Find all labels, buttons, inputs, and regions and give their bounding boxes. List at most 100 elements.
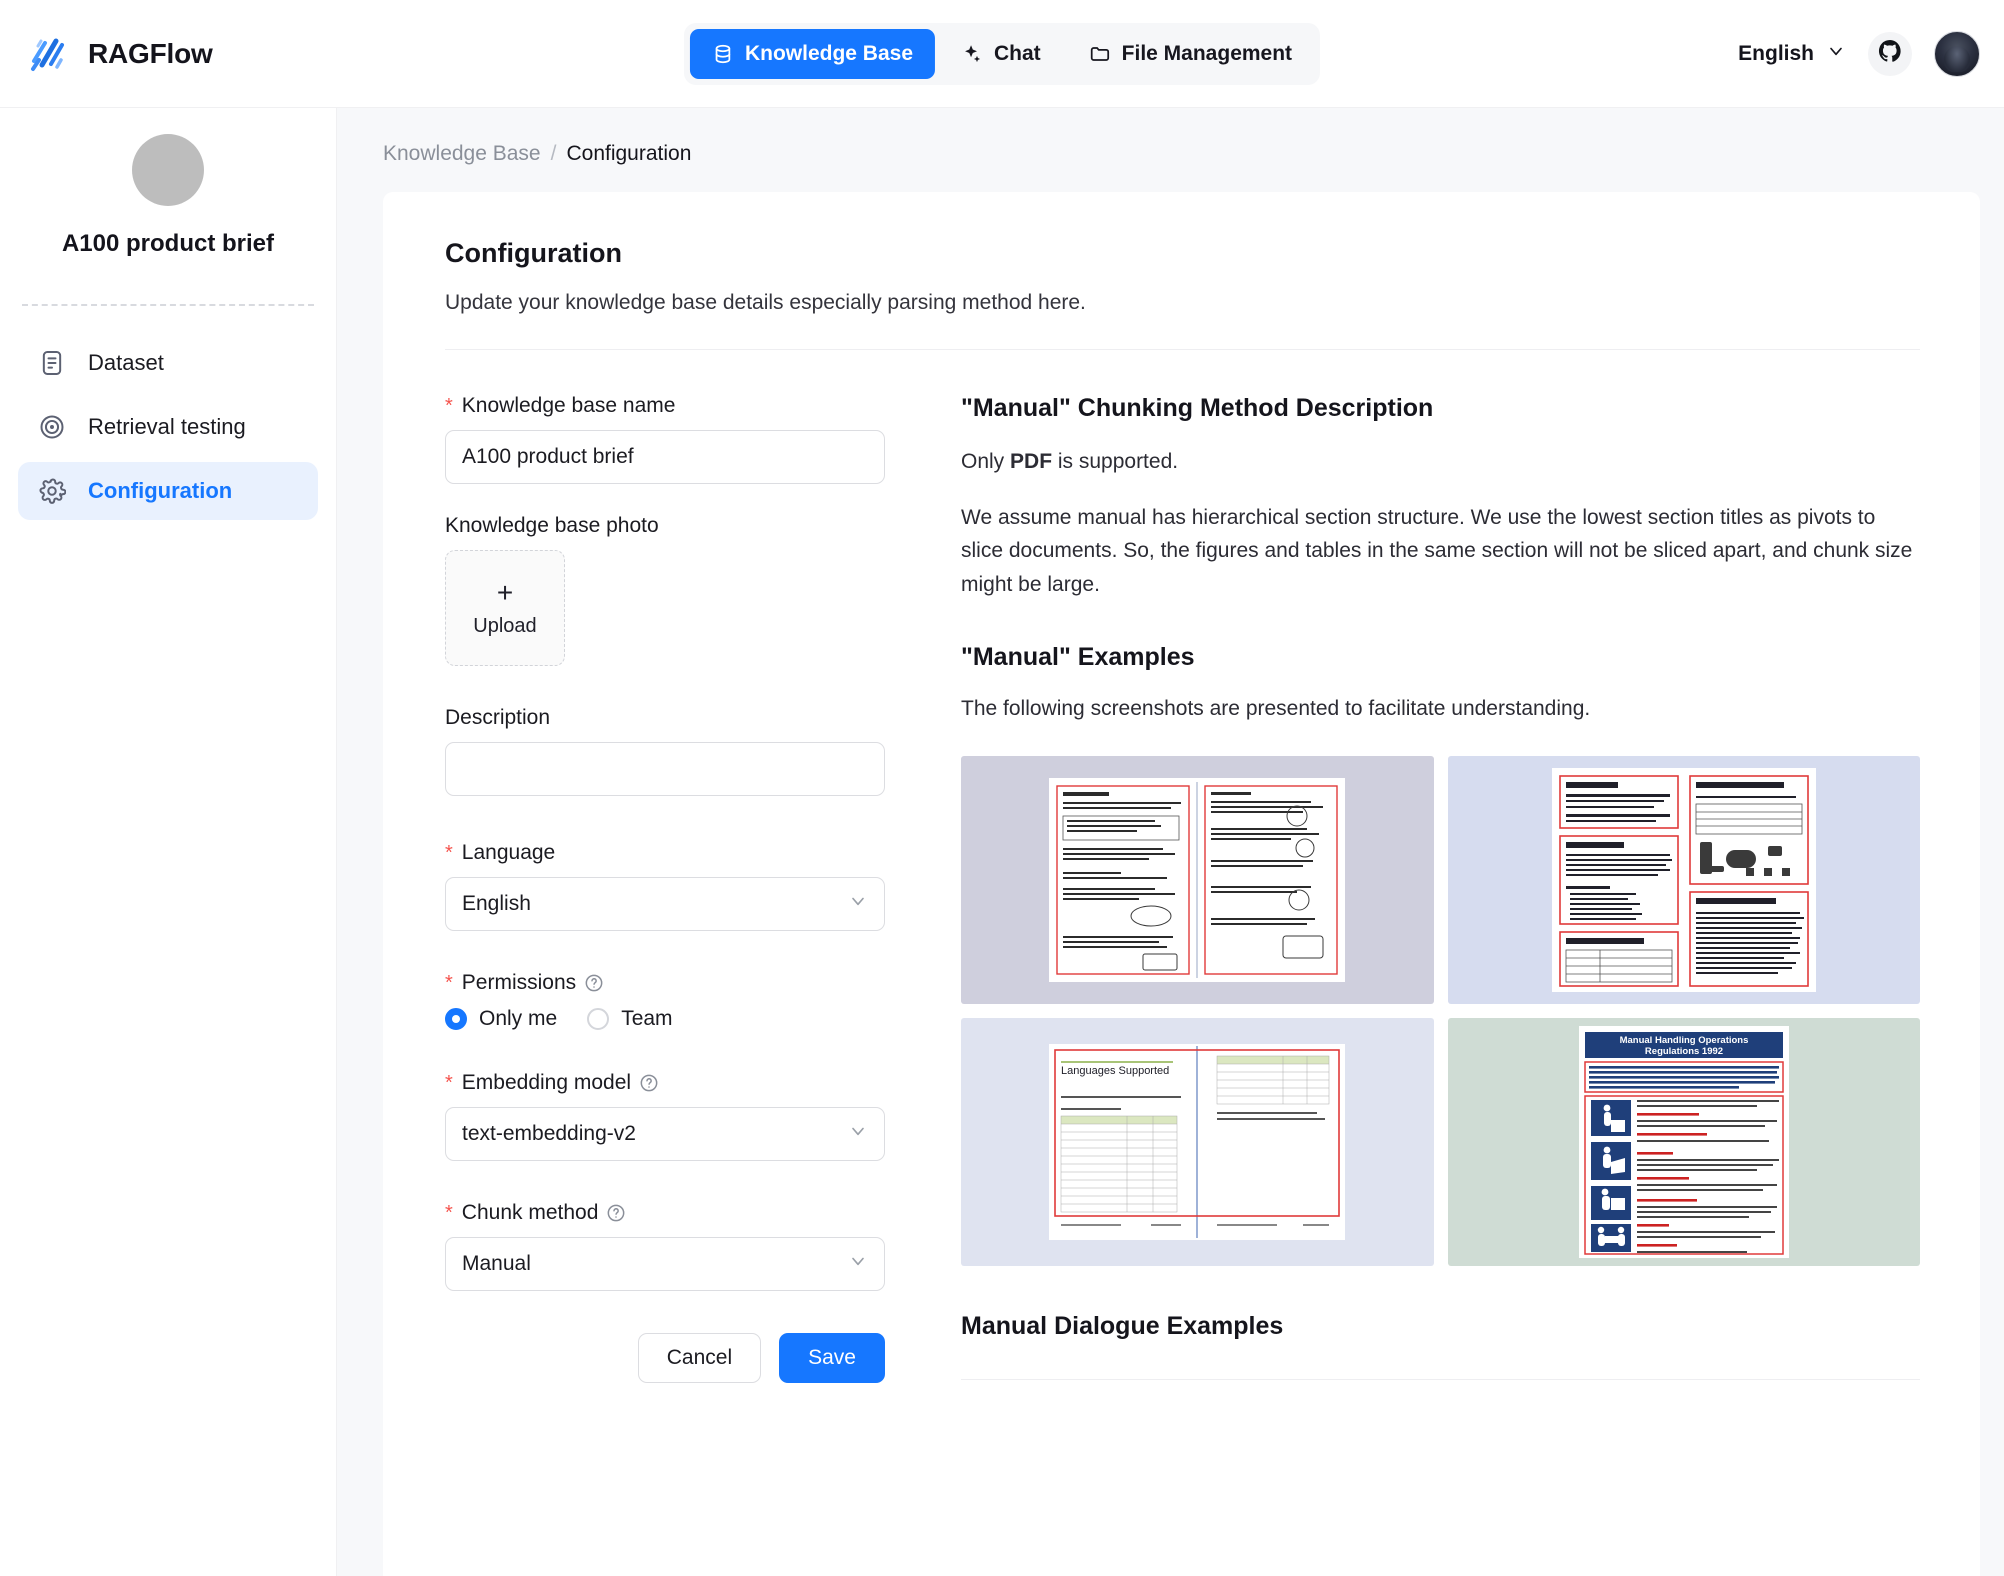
thumbnail-instruction-manual-sections[interactable] — [1448, 756, 1921, 1004]
embedding-model-select[interactable]: text-embedding-v2 — [445, 1107, 885, 1161]
svg-text:Languages Supported: Languages Supported — [1061, 1065, 1169, 1077]
sidebar-item-retrieval-testing-label: Retrieval testing — [88, 414, 246, 440]
configuration-card-inner: Configuration Update your knowledge base… — [383, 238, 1980, 1383]
language-selector-label: English — [1738, 42, 1814, 66]
page-subtitle: Update your knowledge base details espec… — [445, 291, 1920, 315]
doc-bottom-divider — [961, 1379, 1920, 1380]
nav-chat[interactable]: Chat — [939, 29, 1063, 79]
help-circle-icon[interactable] — [584, 973, 604, 993]
field-chunk-method-label: * Chunk method — [445, 1201, 885, 1225]
permissions-option-team-label: Team — [621, 1007, 672, 1031]
required-asterisk: * — [445, 1203, 453, 1223]
language-selector[interactable]: English — [1738, 41, 1846, 67]
document-icon — [38, 349, 68, 377]
configuration-form: * Knowledge base name Knowledge base pho… — [445, 394, 885, 1383]
thumbnail-manual-pages-spread[interactable] — [961, 756, 1434, 1004]
doc-examples-heading: "Manual" Examples — [961, 643, 1920, 672]
folder-icon — [1089, 43, 1111, 65]
save-button[interactable]: Save — [779, 1333, 885, 1383]
cancel-button[interactable]: Cancel — [638, 1333, 761, 1383]
chunking-method-doc: "Manual" Chunking Method Description Onl… — [933, 394, 1920, 1383]
thumbnail-languages-supported-table[interactable]: Languages Supported — [961, 1018, 1434, 1266]
field-description-label: Description — [445, 706, 885, 730]
required-asterisk: * — [445, 973, 453, 993]
field-kb-name-label-text: Knowledge base name — [462, 394, 676, 418]
field-description-label-text: Description — [445, 706, 550, 730]
field-kb-photo-label: Knowledge base photo — [445, 514, 885, 538]
language-select-value: English — [462, 892, 531, 916]
sidebar-item-configuration-label: Configuration — [88, 478, 232, 504]
help-circle-icon[interactable] — [606, 1203, 626, 1223]
field-permissions: * Permissions — [445, 971, 885, 1031]
nav-knowledge-base[interactable]: Knowledge Base — [690, 29, 935, 79]
thumbnail-manual-handling-poster[interactable]: Manual Handling Operations Regulations 1… — [1448, 1018, 1921, 1266]
field-language: * Language English — [445, 841, 885, 931]
user-avatar[interactable] — [1934, 31, 1980, 77]
github-link[interactable] — [1868, 32, 1912, 76]
doc-assume-paragraph: We assume manual has hierarchical sectio… — [961, 501, 1920, 602]
brand[interactable]: RAGFlow — [26, 31, 213, 77]
knowledge-base-avatar — [132, 134, 204, 206]
field-description: Description — [445, 706, 885, 801]
chevron-down-icon — [848, 1251, 868, 1277]
knowledge-base-name: A100 product brief — [0, 230, 336, 258]
chevron-down-icon — [1826, 41, 1846, 67]
permissions-option-team[interactable]: Team — [587, 1007, 672, 1031]
kb-photo-upload-button[interactable]: + Upload — [445, 550, 565, 666]
form-actions: Cancel Save — [445, 1333, 885, 1383]
description-textarea[interactable] — [445, 742, 885, 796]
help-circle-icon[interactable] — [639, 1073, 659, 1093]
primary-nav: Knowledge Base Chat File Management — [684, 23, 1320, 85]
required-asterisk: * — [445, 396, 453, 416]
field-language-label-text: Language — [462, 841, 555, 865]
sidebar-nav: Dataset Retrieval testing — [0, 306, 336, 520]
required-asterisk: * — [445, 843, 453, 863]
database-icon — [712, 43, 734, 65]
chevron-down-icon — [848, 1121, 868, 1147]
nav-file-management[interactable]: File Management — [1067, 29, 1314, 79]
language-select[interactable]: English — [445, 877, 885, 931]
field-chunk-method: * Chunk method — [445, 1201, 885, 1291]
radio-dot-team — [587, 1008, 609, 1030]
breadcrumb-knowledge-base[interactable]: Knowledge Base — [383, 142, 541, 166]
breadcrumb: Knowledge Base / Configuration — [383, 108, 1980, 192]
chunk-method-select-value: Manual — [462, 1252, 531, 1276]
sparkle-icon — [961, 43, 983, 65]
permissions-option-only-me[interactable]: Only me — [445, 1007, 557, 1031]
radio-dot-only-me — [445, 1008, 467, 1030]
sidebar-item-dataset-label: Dataset — [88, 350, 164, 376]
chunk-method-select[interactable]: Manual — [445, 1237, 885, 1291]
field-kb-photo-label-text: Knowledge base photo — [445, 514, 659, 538]
permissions-option-only-me-label: Only me — [479, 1007, 557, 1031]
page-title: Configuration — [445, 238, 1920, 269]
breadcrumb-current: Configuration — [566, 142, 691, 166]
doc-description-heading: "Manual" Chunking Method Description — [961, 394, 1920, 423]
sidebar-item-dataset[interactable]: Dataset — [18, 334, 318, 392]
sidebar: A100 product brief Dataset — [0, 108, 337, 1576]
doc-only-pdf: Only PDF is supported. — [961, 445, 1920, 479]
nav-knowledge-base-label: Knowledge Base — [745, 42, 913, 66]
doc-only-pdf-prefix: Only — [961, 450, 1010, 473]
permissions-radio-group: Only me Team — [445, 1007, 885, 1031]
field-language-label: * Language — [445, 841, 885, 865]
field-kb-name-label: * Knowledge base name — [445, 394, 885, 418]
two-column-layout: * Knowledge base name Knowledge base pho… — [445, 350, 1920, 1383]
upload-label: Upload — [473, 615, 536, 638]
field-embedding-model: * Embedding model — [445, 1071, 885, 1161]
nav-file-management-label: File Management — [1122, 42, 1292, 66]
svg-text:Manual Handling Operations: Manual Handling Operations — [1619, 1035, 1748, 1046]
gear-icon — [38, 477, 68, 505]
field-embedding-model-label: * Embedding model — [445, 1071, 885, 1095]
doc-only-pdf-bold: PDF — [1010, 450, 1052, 473]
sidebar-item-configuration[interactable]: Configuration — [18, 462, 318, 520]
doc-dialogue-heading: Manual Dialogue Examples — [961, 1312, 1920, 1341]
field-permissions-label-text: Permissions — [462, 971, 576, 995]
field-embedding-model-label-text: Embedding model — [462, 1071, 631, 1095]
main-content: Knowledge Base / Configuration Configura… — [337, 108, 2004, 1576]
sidebar-item-retrieval-testing[interactable]: Retrieval testing — [18, 398, 318, 456]
configuration-card: Configuration Update your knowledge base… — [383, 192, 1980, 1576]
kb-name-input[interactable] — [445, 430, 885, 484]
chevron-down-icon — [848, 891, 868, 917]
doc-examples-subtitle: The following screenshots are presented … — [961, 692, 1920, 726]
field-chunk-method-label-text: Chunk method — [462, 1201, 599, 1225]
